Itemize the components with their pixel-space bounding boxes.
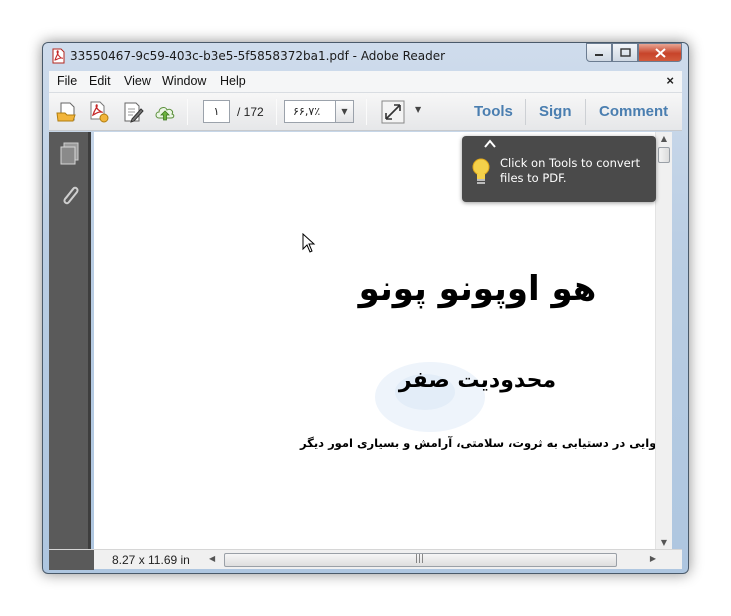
vertical-scroll-thumb[interactable] — [658, 147, 670, 163]
menu-help[interactable]: Help — [220, 74, 246, 88]
vertical-scrollbar[interactable]: ▲ ▼ — [655, 132, 672, 549]
window-controls — [586, 43, 682, 63]
chevron-up-icon[interactable] — [484, 139, 496, 148]
zoom-value: ۶۶,۷٪ — [293, 105, 321, 118]
document-heading: هو اوپونو پونو — [358, 269, 597, 309]
toolbar: ۱ / 172 ۶۶,۷٪ ▼ ▼ Tools Sign Comment — [49, 93, 682, 131]
tools-button[interactable]: Tools — [474, 103, 513, 120]
pdf-file-icon — [52, 48, 65, 64]
close-icon — [654, 47, 666, 58]
toolbar-separator — [276, 99, 277, 125]
status-bar: 8.27 x 11.69 in ◀ ||| ▶ — [49, 549, 682, 570]
app-window: 33550467-9c59-403c-b3e5-5f5858372ba1.pdf… — [42, 42, 689, 574]
toolbar-more-icon[interactable]: ▼ — [415, 105, 421, 114]
menu-bar: File Edit View Window Help × — [49, 71, 682, 93]
menu-file[interactable]: File — [57, 74, 77, 88]
document-subheading: محدودیت صفر — [398, 368, 557, 393]
cloud-upload-icon[interactable] — [153, 100, 177, 124]
title-bar[interactable]: 33550467-9c59-403c-b3e5-5f5858372ba1.pdf… — [43, 43, 688, 69]
navigation-pane-footer — [49, 550, 94, 570]
scroll-left-icon[interactable]: ◀ — [209, 554, 215, 563]
comment-button[interactable]: Comment — [599, 103, 668, 120]
document-close-button[interactable]: × — [666, 73, 674, 88]
zoom-select[interactable]: ۶۶,۷٪ ▼ — [284, 100, 354, 123]
minimize-button[interactable] — [586, 43, 612, 62]
page-number-input[interactable]: ۱ — [203, 100, 230, 123]
scroll-down-icon[interactable]: ▼ — [656, 538, 672, 547]
menu-window[interactable]: Window — [162, 74, 206, 88]
menu-edit[interactable]: Edit — [89, 74, 111, 88]
scroll-up-icon[interactable]: ▲ — [656, 134, 672, 143]
page-total: / 172 — [237, 105, 264, 119]
open-file-icon[interactable] — [55, 100, 79, 124]
grip-icon: ||| — [415, 554, 425, 564]
tools-tooltip[interactable]: Click on Tools to convert files to PDF. — [462, 136, 656, 202]
toolbar-separator — [366, 99, 367, 125]
pages-icon[interactable] — [58, 141, 82, 167]
close-button[interactable] — [638, 43, 682, 62]
watermark-image — [375, 362, 485, 432]
maximize-icon — [619, 48, 631, 57]
tooltip-text: Click on Tools to convert files to PDF. — [500, 156, 640, 185]
lightbulb-icon — [472, 158, 490, 184]
horizontal-scroll-thumb[interactable]: ||| — [224, 553, 617, 567]
document-tagline: روش پنهان بومیان هاوایی در دستیابی به ثر… — [300, 436, 655, 450]
toolbar-separator — [187, 99, 188, 125]
mouse-cursor-icon — [302, 233, 316, 253]
toolbar-separator — [525, 99, 526, 125]
sign-button[interactable]: Sign — [539, 103, 572, 120]
chevron-down-icon[interactable]: ▼ — [335, 101, 353, 122]
toolbar-separator — [585, 99, 586, 125]
maximize-button[interactable] — [612, 43, 638, 62]
fit-page-icon[interactable] — [381, 100, 405, 124]
minimize-icon — [595, 53, 603, 56]
attachments-icon[interactable] — [58, 182, 82, 208]
menu-view[interactable]: View — [124, 74, 151, 88]
navigation-pane — [49, 132, 91, 549]
page-size-label: 8.27 x 11.69 in — [112, 553, 190, 567]
window-title: 33550467-9c59-403c-b3e5-5f5858372ba1.pdf… — [70, 49, 446, 63]
create-pdf-icon[interactable] — [87, 100, 111, 124]
edit-icon[interactable] — [121, 100, 145, 124]
scroll-right-icon[interactable]: ▶ — [650, 554, 656, 563]
